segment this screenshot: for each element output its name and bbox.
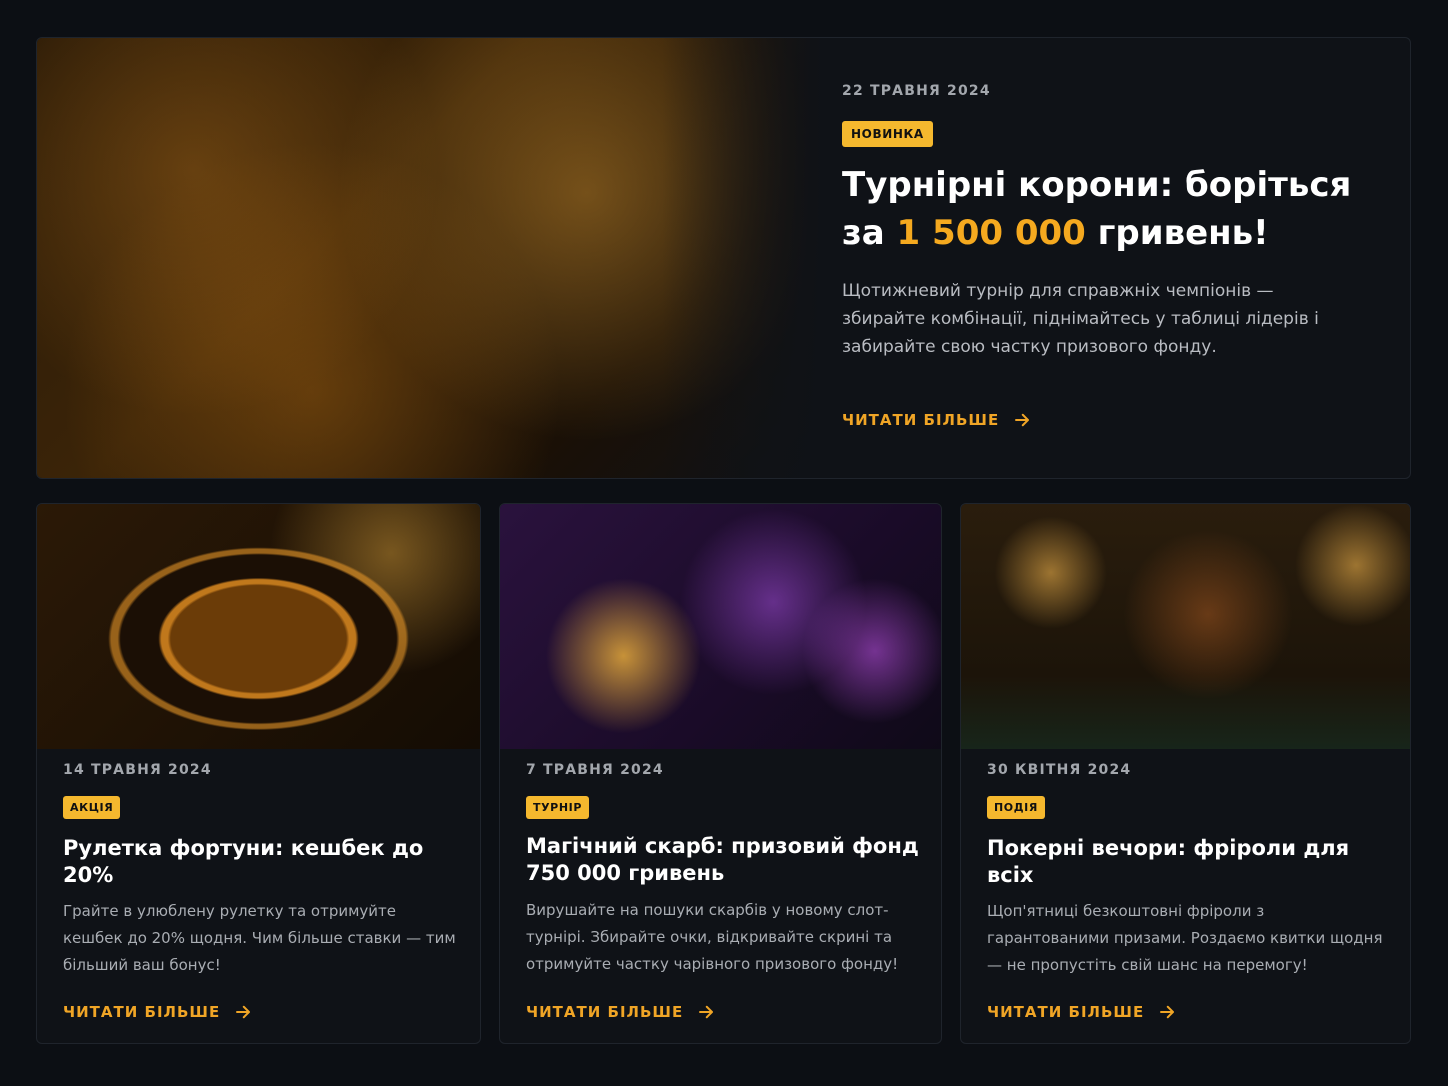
category-badge: ПОДІЯ	[987, 796, 1045, 819]
golden-roulette-illustration	[37, 504, 480, 749]
read-more-label: ЧИТАТИ БІЛЬШЕ	[63, 1003, 221, 1021]
title-prefix: за	[842, 213, 897, 253]
article-card[interactable]: 7 ТРАВНЯ 2024 ТУРНІР Магічний скарб: при…	[499, 503, 942, 1044]
sorceress-treasure-chest-illustration	[500, 504, 941, 749]
category-badge: НОВИНКА	[842, 121, 933, 147]
article-card-body: 30 КВІТНЯ 2024 ПОДІЯ Покерні вечори: фрі…	[987, 762, 1390, 979]
article-description: Щотижневий турнір для справжніх чемпіоні…	[842, 281, 1319, 357]
featured-article-body: 22 ТРАВНЯ 2024 НОВИНКА Турнірні корони: …	[842, 83, 1362, 429]
prize-amount: 1 500 000	[896, 213, 1086, 253]
title-line-1: Турнірні корони: боріться	[842, 165, 1352, 205]
article-date: 22 ТРАВНЯ 2024	[842, 83, 991, 99]
article-card[interactable]: 30 КВІТНЯ 2024 ПОДІЯ Покерні вечори: фрі…	[960, 503, 1411, 1044]
featured-article-card[interactable]: 22 ТРАВНЯ 2024 НОВИНКА Турнірні корони: …	[36, 37, 1411, 479]
read-more-label: ЧИТАТИ БІЛЬШЕ	[987, 1003, 1145, 1021]
category-badge: ТУРНІР	[526, 796, 590, 819]
read-more-link[interactable]: ЧИТАТИ БІЛЬШЕ	[63, 1003, 252, 1021]
article-card[interactable]: 14 ТРАВНЯ 2024 АКЦІЯ Рулетка фортуни: ке…	[36, 503, 481, 1044]
article-description: Щоп'ятниці безкоштовні фріроли з гаранто…	[987, 902, 1383, 974]
arrow-right-icon	[699, 1005, 714, 1019]
dragon-poker-player-illustration	[961, 504, 1410, 749]
article-title: Магічний скарб: призовий фонд 750 000 гр…	[526, 834, 919, 885]
article-description: Грайте в улюблену рулетку та отримуйте к…	[63, 902, 456, 974]
read-more-link[interactable]: ЧИТАТИ БІЛЬШЕ	[987, 1003, 1176, 1021]
article-card-body: 7 ТРАВНЯ 2024 ТУРНІР Магічний скарб: при…	[526, 762, 921, 978]
category-badge: АКЦІЯ	[63, 796, 121, 819]
article-title: Турнірні корони: боріться за 1 500 000 г…	[842, 161, 1362, 257]
article-date: 14 ТРАВНЯ 2024	[63, 762, 212, 778]
arrow-right-icon	[1160, 1005, 1175, 1019]
read-more-label: ЧИТАТИ БІЛЬШЕ	[526, 1003, 684, 1021]
article-card-body: 14 ТРАВНЯ 2024 АКЦІЯ Рулетка фортуни: ке…	[63, 762, 460, 979]
article-title: Рулетка фортуни: кешбек до 20%	[63, 836, 424, 887]
article-description: Вирушайте на пошуки скарбів у новому сло…	[526, 901, 899, 973]
read-more-link[interactable]: ЧИТАТИ БІЛЬШЕ	[842, 411, 1031, 429]
read-more-label: ЧИТАТИ БІЛЬШЕ	[842, 411, 1000, 429]
arrow-right-icon	[1015, 413, 1030, 427]
article-date: 7 ТРАВНЯ 2024	[526, 762, 664, 778]
article-title: Покерні вечори: фріроли для всіх	[987, 836, 1350, 887]
title-suffix: гривень!	[1085, 213, 1269, 253]
read-more-link[interactable]: ЧИТАТИ БІЛЬШЕ	[526, 1003, 715, 1021]
article-date: 30 КВІТНЯ 2024	[987, 762, 1132, 778]
crowned-king-on-throne-illustration	[37, 38, 822, 478]
arrow-right-icon	[236, 1005, 251, 1019]
